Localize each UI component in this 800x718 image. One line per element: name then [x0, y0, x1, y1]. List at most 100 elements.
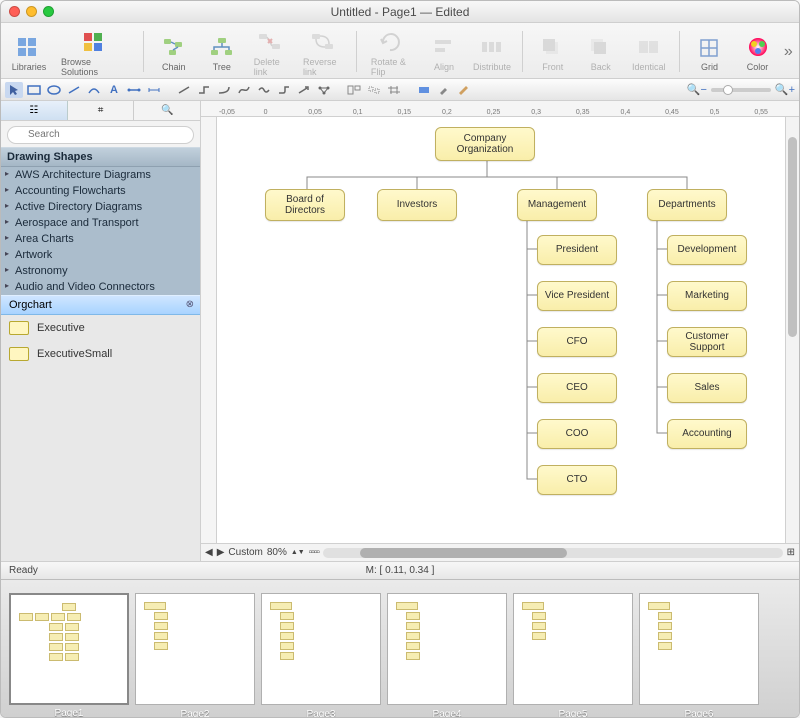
category-item[interactable]: Audio and Video Connectors — [1, 279, 200, 295]
shape-item-executive-small[interactable]: ExecutiveSmall — [1, 341, 200, 367]
libraries-button[interactable]: Libraries — [7, 25, 51, 78]
zoom-in-icon[interactable]: 🔍+ — [775, 83, 795, 96]
org-node[interactable]: Marketing — [667, 281, 747, 311]
tree-button[interactable]: Tree — [200, 25, 244, 78]
selected-library[interactable]: Orgchart ⊗ — [1, 295, 200, 315]
tab-search[interactable]: 🔍 — [134, 101, 200, 120]
page-grid-button[interactable]: ⊞ — [787, 547, 795, 558]
distribute-icon — [479, 36, 505, 58]
arc-tool[interactable] — [85, 82, 103, 98]
page-thumb[interactable]: Page4 — [387, 593, 507, 705]
round-connector-tool[interactable] — [275, 82, 293, 98]
status-ready: Ready — [9, 565, 38, 576]
org-node[interactable]: Customer Support — [667, 327, 747, 357]
org-node[interactable]: CEO — [537, 373, 617, 403]
horizontal-scrollbar[interactable] — [323, 548, 783, 558]
toolbar-overflow-button[interactable]: » — [784, 25, 793, 78]
org-node[interactable]: Sales — [667, 373, 747, 403]
vertical-ruler — [201, 117, 217, 543]
delete-link-button[interactable]: Delete link — [248, 25, 293, 78]
zoom-out-icon[interactable]: 🔍− — [687, 83, 707, 96]
reverse-link-label: Reverse link — [303, 57, 342, 77]
identical-button[interactable]: Identical — [627, 25, 671, 78]
org-node[interactable]: President — [537, 235, 617, 265]
spline-tool[interactable] — [255, 82, 273, 98]
search-input[interactable] — [7, 126, 194, 144]
pointer-tool[interactable] — [5, 82, 23, 98]
org-node[interactable]: Management — [517, 189, 597, 221]
reverse-link-button[interactable]: Reverse link — [297, 25, 348, 78]
canvas[interactable]: Company Organization Board of Directors … — [217, 117, 785, 543]
zoom-stepper[interactable]: ▲▼ — [291, 550, 305, 555]
page-thumb[interactable]: Page5 — [513, 593, 633, 705]
layout-rect-tool[interactable] — [345, 82, 363, 98]
direct-line-tool[interactable] — [175, 82, 193, 98]
select-same-tool[interactable] — [365, 82, 383, 98]
distribute-button[interactable]: Distribute — [470, 25, 514, 78]
color-label: Color — [747, 62, 769, 72]
tab-tree[interactable]: ⌗ — [68, 101, 135, 120]
page-thumb[interactable]: Page2 — [135, 593, 255, 705]
grid-button[interactable]: Grid — [688, 25, 732, 78]
tool-iconbar: A 🔍− 🔍+ — [1, 79, 799, 101]
browse-solutions-button[interactable]: Browse Solutions — [55, 25, 135, 78]
org-node[interactable]: Board of Directors — [265, 189, 345, 221]
vertical-scrollbar[interactable] — [785, 117, 799, 543]
org-node[interactable]: Departments — [647, 189, 727, 221]
category-item[interactable]: Active Directory Diagrams — [1, 199, 200, 215]
zoom-value[interactable]: 80% — [267, 547, 287, 558]
text-tool[interactable]: A — [105, 82, 123, 98]
bezier-tool[interactable] — [235, 82, 253, 98]
page-thumb[interactable]: Page1 — [9, 593, 129, 705]
org-node[interactable]: Accounting — [667, 419, 747, 449]
category-item[interactable]: Aerospace and Transport — [1, 215, 200, 231]
dimension-tool[interactable] — [145, 82, 163, 98]
category-item[interactable]: Accounting Flowcharts — [1, 183, 200, 199]
smart-connector-tool[interactable] — [195, 82, 213, 98]
align-button[interactable]: Align — [422, 25, 466, 78]
fill-tool[interactable] — [415, 82, 433, 98]
org-node[interactable]: Investors — [377, 189, 457, 221]
page-next-button[interactable]: ▶ — [217, 547, 225, 558]
org-node[interactable]: CFO — [537, 327, 617, 357]
shape-item-executive[interactable]: Executive — [1, 315, 200, 341]
category-item[interactable]: AWS Architecture Diagrams — [1, 167, 200, 183]
org-node-root[interactable]: Company Organization — [435, 127, 535, 161]
line-tool[interactable] — [65, 82, 83, 98]
close-library-button[interactable]: ⊗ — [186, 299, 194, 310]
category-item[interactable]: Area Charts — [1, 231, 200, 247]
multi-connector-tool[interactable] — [315, 82, 333, 98]
rotate-icon — [378, 31, 404, 53]
front-button[interactable]: Front — [531, 25, 575, 78]
category-item[interactable]: Artwork — [1, 247, 200, 263]
crop-tool[interactable] — [385, 82, 403, 98]
window-title: Untitled - Page1 — Edited — [1, 5, 799, 19]
page-thumb[interactable]: Page3 — [261, 593, 381, 705]
rotate-flip-button[interactable]: Rotate & Flip — [365, 25, 418, 78]
connector-tool[interactable] — [125, 82, 143, 98]
arrow-connector-tool[interactable] — [295, 82, 313, 98]
page-thumb[interactable]: Page6 — [639, 593, 759, 705]
tab-libraries[interactable]: ☷ — [1, 101, 68, 120]
browse-icon — [82, 31, 108, 53]
back-button[interactable]: Back — [579, 25, 623, 78]
org-node[interactable]: COO — [537, 419, 617, 449]
chain-button[interactable]: Chain — [152, 25, 196, 78]
color-button[interactable]: Color — [736, 25, 780, 78]
org-node[interactable]: Vice President — [537, 281, 617, 311]
org-node[interactable]: Development — [667, 235, 747, 265]
arc-connector-tool[interactable] — [215, 82, 233, 98]
view-toggle-buttons[interactable]: ▫▫▫▫ — [309, 547, 319, 558]
back-label: Back — [591, 62, 611, 72]
page-prev-button[interactable]: ◀ — [205, 547, 213, 558]
status-coords: M: [ 0.11, 0.34 ] — [366, 565, 435, 576]
ellipse-tool[interactable] — [45, 82, 63, 98]
eyedropper-tool[interactable] — [435, 82, 453, 98]
pencil-tool[interactable] — [455, 82, 473, 98]
org-node[interactable]: CTO — [537, 465, 617, 495]
zoom-control[interactable]: 🔍− 🔍+ — [687, 83, 795, 96]
zoom-mode[interactable]: Custom — [228, 547, 262, 558]
rect-tool[interactable] — [25, 82, 43, 98]
category-item[interactable]: Astronomy — [1, 263, 200, 279]
page-label: Page5 — [559, 709, 588, 718]
